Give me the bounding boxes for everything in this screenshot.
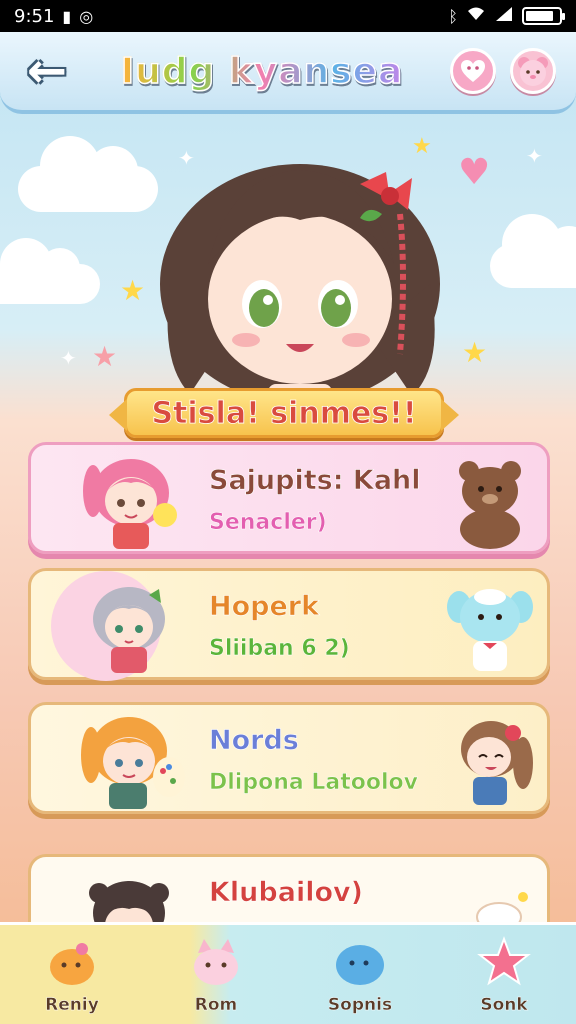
orange-hair-girl-avatar: [71, 711, 191, 811]
pink-star-icon: [477, 935, 531, 985]
card-name: Sajupits: Kahl: [209, 465, 421, 497]
app-header: ← Iudg kyansea: [0, 32, 576, 114]
header-actions: [450, 48, 556, 94]
nav-label: Rom: [194, 994, 238, 1015]
cloud-decoration: [18, 136, 158, 212]
card-name: Hoperk: [209, 591, 320, 623]
back-arrow-icon: ←: [26, 43, 68, 99]
silver-hair-girl-avatar: [71, 577, 191, 677]
app-title: Iudg kyansea: [120, 50, 404, 93]
star-icon: ★: [120, 274, 146, 307]
hero-character-avatar: [160, 164, 440, 404]
star-icon: ★: [462, 336, 488, 369]
card-subtitle: Dlipona Latoolov: [209, 770, 418, 796]
card-name: Nords: [209, 725, 299, 757]
card-texts: Sajupits: Kahl Senacler): [209, 465, 421, 536]
sparkle-icon: ✦: [526, 144, 543, 168]
card-texts: Hoperk Sliiban 6 2): [209, 591, 350, 662]
battery-icon: [522, 7, 565, 25]
list-item[interactable]: Sajupits: Kahl Senacler): [28, 442, 550, 554]
sparkle-icon: ✦: [60, 346, 77, 370]
list-item[interactable]: Nords Dlipona Latoolov: [28, 702, 550, 814]
brown-bear-icon: [439, 451, 539, 551]
battery-level-fill: [526, 11, 553, 21]
card-name: Klubailov): [209, 877, 364, 909]
nav-label: Sopnis: [327, 994, 393, 1015]
card-texts: Nords Dlipona Latoolov: [209, 725, 419, 796]
star-icon: ★: [92, 340, 118, 373]
orange-blob-icon: [50, 942, 94, 985]
nav-item-sonk[interactable]: Sonk: [432, 925, 576, 1024]
status-left: 9:51 ▮ ◎: [14, 6, 93, 27]
blue-bunny-icon: [439, 577, 539, 677]
heart-icon: ♥: [458, 152, 491, 193]
back-button[interactable]: ←: [20, 43, 74, 99]
welcome-banner: Stisla! sinmes!!: [109, 388, 459, 438]
wifi-icon: [466, 6, 486, 26]
card-subtitle: Sliiban 6 2): [209, 636, 350, 662]
hero-section: ★ ★ ★ ★ ✦ ✦ ✦ ♥ Stisla! sinmes!!: [0, 114, 576, 444]
nav-item-sopnis[interactable]: Sopnis: [288, 925, 432, 1024]
status-bar: 9:51 ▮ ◎ ᛒ: [0, 0, 576, 32]
cloud-decoration: [0, 238, 100, 304]
bottom-nav: Reniy Rom Sopnis Sonk: [0, 922, 576, 1024]
blue-blob-icon: [336, 944, 384, 985]
signal-icon: [494, 6, 514, 26]
list-item[interactable]: Hoperk Sliiban 6 2): [28, 568, 550, 681]
banner-text: Stisla! sinmes!!: [151, 395, 417, 431]
nav-label: Sonk: [480, 994, 528, 1015]
card-subtitle: Senacler): [209, 510, 327, 536]
pink-cat-icon: [194, 938, 238, 985]
sim-icon: ▮: [62, 6, 72, 26]
status-time: 9:51: [14, 5, 55, 27]
nav-item-reniy[interactable]: Reniy: [0, 925, 144, 1024]
notification-icon: ◎: [79, 6, 94, 26]
heart-bubble-icon[interactable]: [450, 48, 496, 94]
nav-label: Reniy: [45, 994, 99, 1015]
card-texts: Klubailov): [209, 877, 364, 909]
status-right: ᛒ: [448, 6, 565, 26]
pink-hair-girl-avatar: [71, 451, 191, 551]
nav-item-rom[interactable]: Rom: [144, 925, 288, 1024]
bluetooth-icon: ᛒ: [448, 6, 458, 26]
brown-hair-girl-icon: [439, 711, 539, 811]
bear-face-icon[interactable]: [510, 48, 556, 94]
cloud-decoration: [490, 214, 576, 288]
